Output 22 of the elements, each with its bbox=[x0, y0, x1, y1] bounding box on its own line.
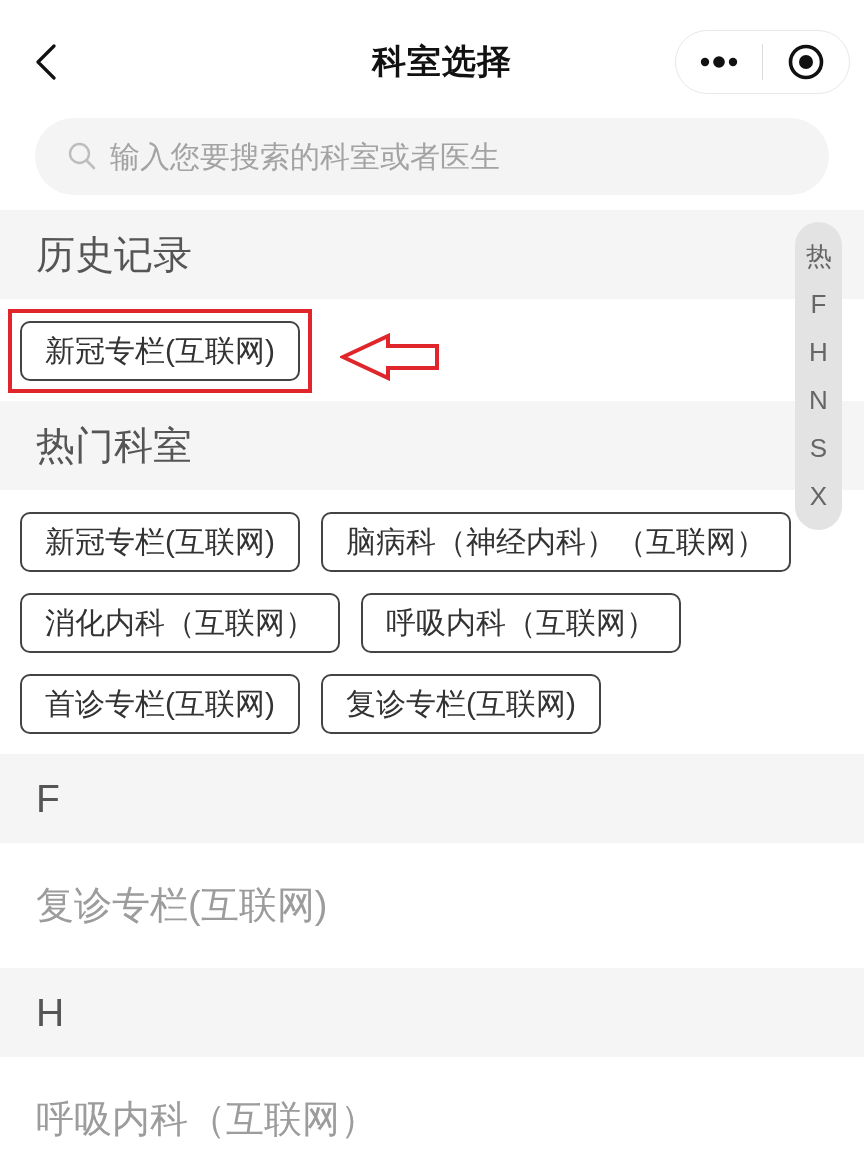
department-chip[interactable]: 新冠专栏(互联网) bbox=[20, 321, 300, 381]
index-letter[interactable]: X bbox=[795, 472, 842, 520]
department-chip[interactable]: 脑病科（神经内科）（互联网） bbox=[321, 512, 791, 572]
search-field[interactable]: 输入您要搜索的科室或者医生 bbox=[35, 118, 829, 195]
department-chip[interactable]: 新冠专栏(互联网) bbox=[20, 512, 300, 572]
index-letter[interactable]: S bbox=[795, 424, 842, 472]
index-letter[interactable]: 热 bbox=[795, 232, 842, 280]
section-header: F bbox=[0, 754, 864, 843]
index-letter[interactable]: H bbox=[795, 328, 842, 376]
search-icon bbox=[68, 142, 96, 170]
page-title: 科室选择 bbox=[372, 41, 512, 82]
back-icon[interactable] bbox=[34, 44, 58, 80]
index-letter[interactable]: N bbox=[795, 376, 842, 424]
more-icon[interactable] bbox=[699, 56, 738, 68]
department-chip[interactable]: 首诊专栏(互联网) bbox=[20, 674, 300, 734]
department-chip[interactable]: 消化内科（互联网） bbox=[20, 593, 340, 653]
department-chip[interactable]: 复诊专栏(互联网) bbox=[321, 674, 601, 734]
department-chip[interactable]: 呼吸内科（互联网） bbox=[361, 593, 681, 653]
arrow-icon bbox=[340, 333, 440, 381]
target-icon[interactable] bbox=[788, 44, 825, 80]
section-header: H bbox=[0, 968, 864, 1057]
index-letter[interactable]: F bbox=[795, 280, 842, 328]
